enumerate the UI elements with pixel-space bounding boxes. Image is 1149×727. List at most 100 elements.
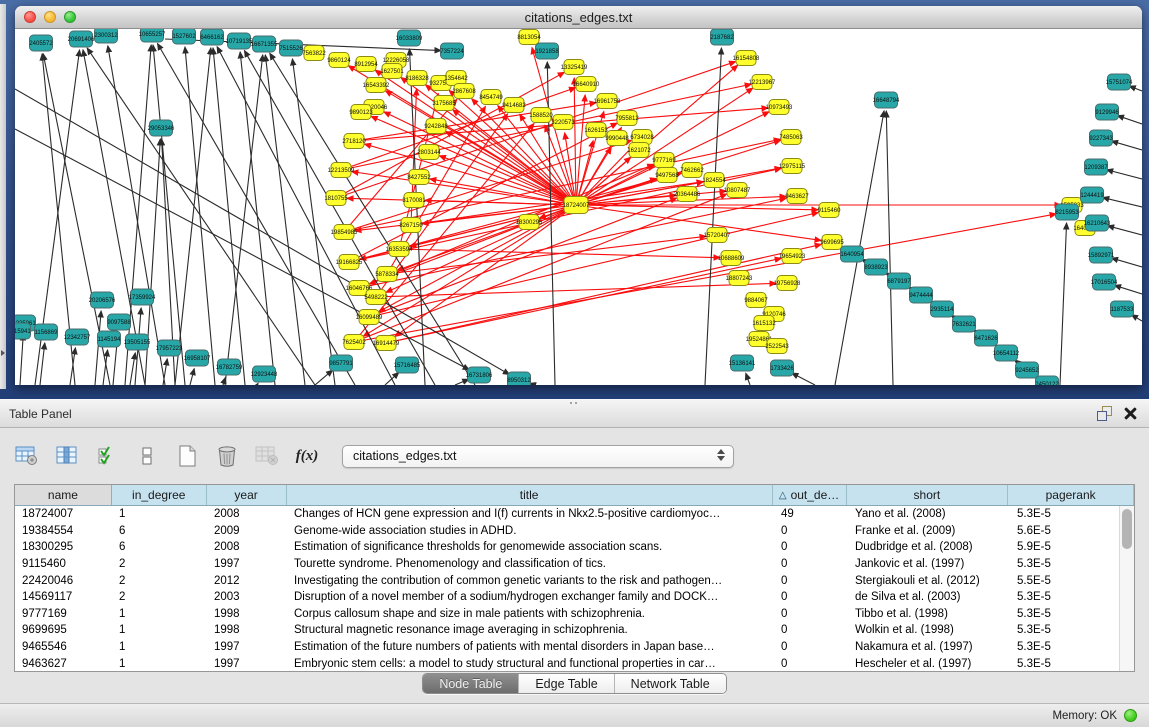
graph-node[interactable]: 10654112: [993, 345, 1020, 361]
graph-node[interactable]: 13325419: [561, 60, 588, 75]
graph-node[interactable]: 19654923: [779, 249, 806, 264]
graph-node[interactable]: 17016504: [1091, 274, 1118, 290]
graph-node[interactable]: 8813054: [517, 30, 541, 45]
delete-rows-button[interactable]: [214, 444, 240, 468]
graph-node[interactable]: 1244419: [1080, 187, 1104, 203]
graph-node[interactable]: 12975115: [779, 159, 806, 174]
graph-node[interactable]: 7462662: [680, 163, 704, 178]
graph-node[interactable]: 6466162: [200, 29, 224, 45]
column-header-short[interactable]: short: [847, 485, 1009, 505]
graph-node[interactable]: 1810755: [324, 191, 348, 206]
graph-node[interactable]: 12342757: [64, 329, 91, 345]
tab-network-table[interactable]: Network Table: [615, 674, 726, 693]
graph-node[interactable]: 1621072: [627, 143, 651, 158]
graph-node[interactable]: 12213509: [328, 163, 355, 178]
graph-node[interactable]: 6471626: [974, 330, 998, 346]
graph-node[interactable]: 18724007: [563, 197, 590, 214]
graph-node[interactable]: 16958107: [184, 350, 211, 366]
graph-node[interactable]: 8938923: [864, 259, 888, 275]
graph-node[interactable]: 1615132: [752, 316, 776, 331]
graph-node[interactable]: 16671355: [251, 36, 278, 52]
graph-node[interactable]: 10719135: [226, 33, 253, 49]
graph-node[interactable]: 15751074: [1106, 74, 1133, 90]
graph-node[interactable]: 5878334: [375, 267, 399, 282]
new-table-button[interactable]: [174, 444, 200, 468]
row-height-button[interactable]: [134, 444, 160, 468]
graph-node[interactable]: 16210643: [1084, 215, 1111, 231]
table-selector-dropdown[interactable]: citations_edges.txt: [342, 445, 734, 468]
panel-expand-arrow-icon[interactable]: [1, 350, 5, 356]
graph-node[interactable]: 16731806: [466, 367, 493, 383]
tab-node-table[interactable]: Node Table: [423, 674, 519, 693]
graph-node[interactable]: 9884067: [744, 293, 768, 308]
graph-node[interactable]: 3220573: [551, 115, 575, 130]
table-row[interactable]: 946554611997Estimation of the future num…: [15, 639, 1119, 656]
graph-node[interactable]: 1824554: [702, 173, 726, 188]
graph-node[interactable]: 19166825: [336, 255, 363, 270]
table-row[interactable]: 911546021997Tourette syndrome. Phenomeno…: [15, 556, 1119, 573]
graph-node[interactable]: 9242848: [424, 119, 448, 134]
graph-node[interactable]: 9699695: [820, 235, 844, 250]
graph-node[interactable]: 16961758: [594, 94, 621, 109]
graph-node[interactable]: 1588520: [529, 108, 553, 123]
graph-node[interactable]: 8454749: [479, 90, 503, 105]
graph-node[interactable]: 16640910: [573, 77, 600, 92]
graph-node[interactable]: 19756928: [774, 276, 801, 291]
graph-node[interactable]: 20206576: [89, 292, 116, 308]
graph-node[interactable]: 7485063: [779, 130, 803, 145]
graph-node[interactable]: 7563822: [302, 46, 326, 61]
graph-node[interactable]: 10973493: [766, 100, 793, 115]
graph-node[interactable]: 18807243: [726, 271, 753, 286]
graph-node[interactable]: 17359924: [129, 289, 156, 305]
graph-node[interactable]: 16154808: [733, 51, 760, 66]
graph-node[interactable]: 8267150: [399, 218, 423, 233]
column-header-title[interactable]: title: [287, 485, 773, 505]
graph-node[interactable]: 9497568: [655, 168, 679, 183]
graph-node[interactable]: 2867608: [452, 84, 476, 99]
tab-edge-table[interactable]: Edge Table: [519, 674, 614, 693]
select-column-button[interactable]: [54, 444, 80, 468]
graph-node[interactable]: 19854985: [331, 225, 358, 240]
graph-node[interactable]: 1921858: [535, 43, 559, 59]
close-window-button[interactable]: [24, 11, 36, 23]
graph-node[interactable]: 15720407: [704, 228, 731, 243]
graph-node[interactable]: 9414682: [502, 98, 526, 113]
graph-node[interactable]: 16543392: [363, 78, 390, 93]
delete-table-button[interactable]: [254, 444, 280, 468]
memory-ok-indicator[interactable]: [1124, 709, 1137, 722]
graph-node[interactable]: 2405572: [29, 35, 53, 51]
graph-node[interactable]: 16914479: [373, 336, 400, 351]
graph-node[interactable]: 2935114: [931, 301, 955, 317]
float-panel-icon[interactable]: [1097, 406, 1112, 421]
graph-node[interactable]: 20364486: [674, 187, 701, 202]
collapsed-west-panel[interactable]: [0, 4, 6, 389]
graph-node[interactable]: 1209387: [1084, 159, 1108, 175]
graph-node[interactable]: 7515526: [279, 40, 303, 56]
graph-node[interactable]: 29053346: [148, 120, 175, 136]
table-row[interactable]: 977716911998Corpus callosum shape and si…: [15, 606, 1119, 623]
graph-node[interactable]: 16353594: [386, 242, 413, 257]
graph-node[interactable]: 1527602: [172, 29, 196, 44]
graph-node[interactable]: 17957223: [156, 340, 183, 356]
graph-node[interactable]: 9227343: [1089, 130, 1113, 146]
graph-node[interactable]: 16033809: [396, 30, 423, 46]
close-panel-icon[interactable]: [1124, 407, 1137, 420]
graph-node[interactable]: 1156869: [35, 324, 59, 340]
graph-node[interactable]: 10655257: [139, 29, 166, 42]
graph-node[interactable]: 9463627: [785, 189, 809, 204]
graph-node[interactable]: 9990448: [605, 131, 629, 146]
column-header-pagerank[interactable]: pagerank: [1008, 485, 1134, 505]
minimize-window-button[interactable]: [44, 11, 56, 23]
zoom-window-button[interactable]: [64, 11, 76, 23]
function-builder-button[interactable]: f(x): [294, 444, 320, 468]
graph-node[interactable]: 2718120: [342, 134, 366, 149]
graph-node[interactable]: 1627501: [380, 64, 404, 79]
column-header-in_degree[interactable]: in_degree: [112, 485, 207, 505]
graph-node[interactable]: 16648794: [873, 92, 900, 108]
table-row[interactable]: 1872400712008Changes of HCN gene express…: [15, 506, 1119, 523]
table-settings-button[interactable]: [14, 444, 40, 468]
graph-node[interactable]: 1640954: [840, 246, 864, 262]
graph-node[interactable]: 9129946: [1095, 104, 1119, 120]
graph-node[interactable]: 8186328: [405, 71, 429, 86]
table-scrollbar[interactable]: [1119, 506, 1134, 671]
